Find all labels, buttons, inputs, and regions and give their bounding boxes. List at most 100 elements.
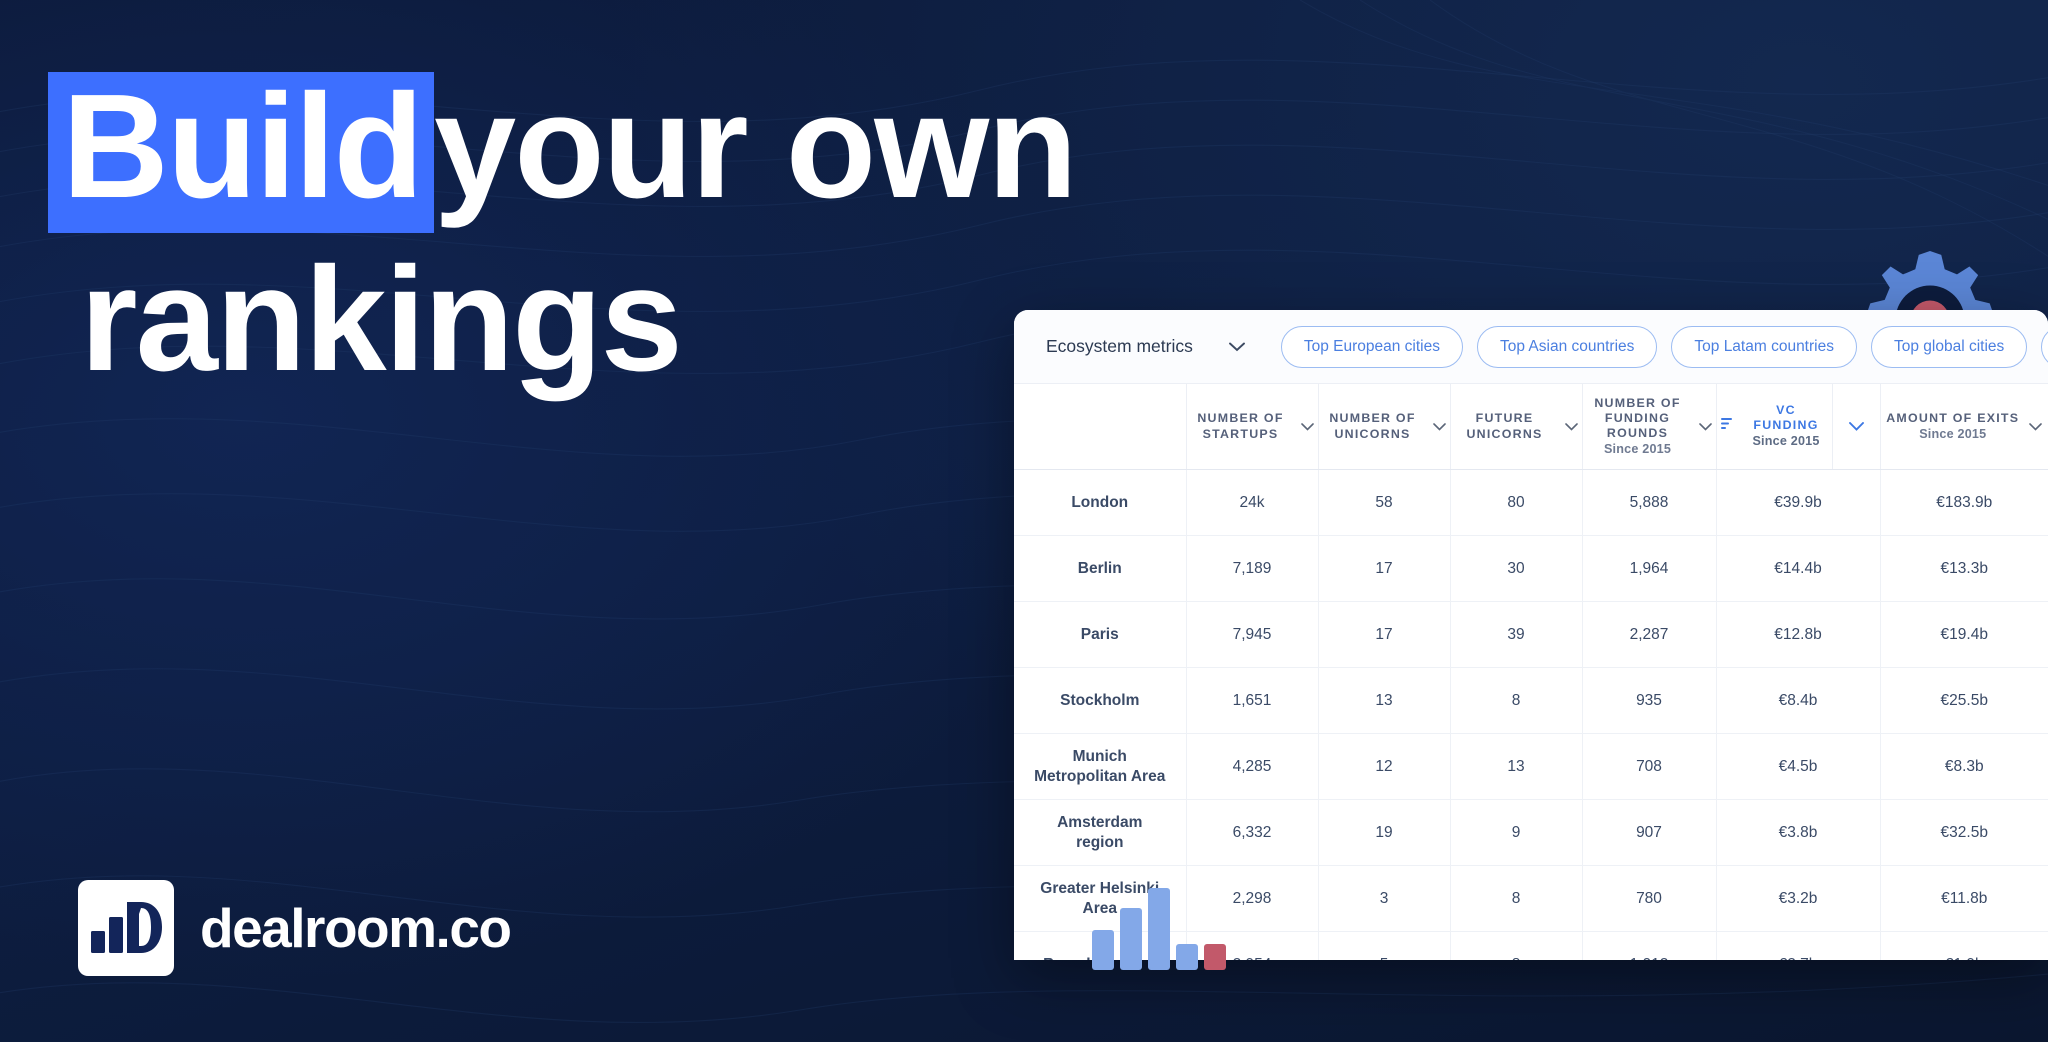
chevron-down-icon[interactable]	[1848, 419, 1864, 434]
cell-funding-rounds: 907	[1582, 799, 1717, 866]
cell-future-unicorns: 13	[1450, 733, 1583, 800]
cell-amount-of-exits: €8.3b	[1880, 733, 2048, 800]
cell-vc-funding: €14.4b	[1716, 535, 1881, 602]
cell-amount-of-exits: €183.9b	[1880, 469, 2048, 536]
cell-city: London	[1014, 469, 1187, 536]
column-header-city	[1014, 383, 1187, 470]
column-header-amount-of-exits[interactable]: AMOUNT OF EXITS Since 2015	[1880, 383, 2048, 470]
cell-vc-funding: €4.5b	[1716, 733, 1881, 800]
cell-vc-funding: €3.8b	[1716, 799, 1881, 866]
table-row[interactable]: Stockholm 1,651 13 8 935 €8.4b €25.5b	[1014, 667, 2048, 734]
table-header-row: NUMBER OF STARTUPS NUMBER OF UNICORNS FU…	[1014, 383, 2048, 470]
column-header-number-of-unicorns[interactable]: NUMBER OF UNICORNS	[1318, 383, 1451, 470]
cell-future-unicorns: 80	[1450, 469, 1583, 536]
cell-future-unicorns: 8	[1450, 931, 1583, 960]
cell-amount-of-exits: €19.4b	[1880, 601, 2048, 668]
chevron-down-icon[interactable]	[1564, 419, 1578, 434]
cell-future-unicorns: 9	[1450, 799, 1583, 866]
sort-descending-icon[interactable]	[1720, 417, 1735, 435]
cell-unicorns: 17	[1318, 601, 1451, 668]
chevron-down-icon[interactable]	[1300, 419, 1314, 434]
cell-unicorns: 12	[1318, 733, 1451, 800]
chart-bar	[1176, 944, 1198, 970]
metrics-table-card: Ecosystem metrics Top European cities To…	[1014, 310, 2048, 960]
chevron-down-icon[interactable]	[1432, 419, 1446, 434]
cell-funding-rounds: 2,287	[1582, 601, 1717, 668]
cell-future-unicorns: 8	[1450, 667, 1583, 734]
column-header-number-of-funding-rounds[interactable]: NUMBER OF FUNDING ROUNDS Since 2015	[1582, 383, 1717, 470]
column-label: NUMBER OF UNICORNS	[1329, 411, 1416, 441]
cell-unicorns: 13	[1318, 667, 1451, 734]
cell-startups: 6,332	[1186, 799, 1319, 866]
column-label: FUTURE UNICORNS	[1466, 411, 1543, 441]
chart-bar	[1148, 888, 1170, 970]
cell-startups: 24k	[1186, 469, 1319, 536]
cell-startups: 4,285	[1186, 733, 1319, 800]
column-header-number-of-startups[interactable]: NUMBER OF STARTUPS	[1186, 383, 1319, 470]
table-row[interactable]: Munich Metropolitan Area 4,285 12 13 708 €4.5…	[1014, 733, 2048, 800]
cell-vc-funding: €3.2b	[1716, 865, 1881, 932]
cell-vc-funding: €8.4b	[1716, 667, 1881, 734]
filter-pill-top-european-cities[interactable]: Top European cities	[1280, 325, 1463, 368]
logo-wordmark: dealroom.co	[200, 897, 512, 959]
column-sublabel: Since 2015	[1603, 442, 1672, 456]
headline-rest-line-1: your own	[433, 64, 1078, 229]
chart-bar	[1092, 930, 1114, 970]
column-label: AMOUNT OF EXITS	[1886, 410, 2020, 425]
cell-future-unicorns: 8	[1450, 865, 1583, 932]
cell-city: Munich Metropolitan Area	[1014, 733, 1187, 800]
chevron-down-icon[interactable]	[2029, 419, 2043, 434]
cell-amount-of-exits: €13.3b	[1880, 535, 2048, 602]
column-label: NUMBER OF FUNDING ROUNDS	[1594, 395, 1681, 440]
column-sublabel: Since 2015	[1919, 426, 1987, 441]
column-label: NUMBER OF STARTUPS	[1197, 411, 1284, 441]
cell-unicorns: 19	[1318, 799, 1451, 866]
chevron-down-icon[interactable]	[1698, 419, 1712, 434]
cell-startups: 1,651	[1186, 667, 1319, 734]
filter-pill-top-asian-countries[interactable]: Top Asian countries	[1476, 325, 1658, 368]
cell-amount-of-exits: €11.8b	[1880, 865, 2048, 932]
ecosystem-metrics-table: NUMBER OF STARTUPS NUMBER OF UNICORNS FU…	[1014, 383, 2048, 960]
table-row[interactable]: London 24k 58 80 5,888 €39.9b €183.9b	[1014, 469, 2048, 536]
cell-startups: 7,945	[1186, 601, 1319, 668]
cell-startups: 7,189	[1186, 535, 1319, 602]
cell-unicorns: 3	[1318, 865, 1451, 932]
table-row[interactable]: Paris 7,945 17 39 2,287 €12.8b €19.4b	[1014, 601, 2048, 668]
cell-city: Berlin	[1014, 535, 1187, 602]
headline-line-2: rankings	[80, 245, 1242, 393]
bar-chart-d-icon	[91, 902, 162, 953]
cell-vc-funding: €12.8b	[1716, 601, 1881, 668]
chart-bar	[1120, 908, 1142, 970]
table-row[interactable]: Amsterdam region 6,332 19 9 907 €3.8b €32.5b	[1014, 799, 2048, 866]
cell-future-unicorns: 30	[1450, 535, 1583, 602]
filter-pill-top-latam-countries[interactable]: Top Latam countries	[1671, 325, 1857, 368]
cell-funding-rounds: 5,888	[1582, 469, 1717, 536]
cell-vc-funding: €39.9b	[1716, 469, 1881, 536]
cell-future-unicorns: 39	[1450, 601, 1583, 668]
cell-amount-of-exits: €25.5b	[1880, 667, 2048, 734]
table-row[interactable]: Berlin 7,189 17 30 1,964 €14.4b €13.3b	[1014, 535, 2048, 602]
logo-mark-icon	[78, 880, 174, 976]
cell-funding-rounds: 708	[1582, 733, 1717, 800]
filter-pill-top-global-cities[interactable]: Top global cities	[1870, 325, 2028, 368]
page-headline: Buildyour own rankings	[48, 71, 1242, 393]
cell-unicorns: 58	[1318, 469, 1451, 536]
cell-unicorns: 17	[1318, 535, 1451, 602]
column-header-future-unicorns[interactable]: FUTURE UNICORNS	[1450, 383, 1583, 470]
filter-pill-cee-ecosystems[interactable]: CEE ecosystems	[2041, 325, 2048, 368]
cell-city: Amsterdam region	[1014, 799, 1187, 866]
chart-bar	[1204, 944, 1226, 970]
column-label: VC FUNDING	[1753, 403, 1819, 433]
cell-funding-rounds: 935	[1582, 667, 1717, 734]
mini-bar-chart-decoration	[1092, 884, 1226, 970]
cell-funding-rounds: 1,012	[1582, 931, 1717, 960]
cell-vc-funding: €2.7b	[1716, 931, 1881, 960]
cell-city: Stockholm	[1014, 667, 1187, 734]
column-header-vc-funding-menu[interactable]	[1832, 383, 1881, 470]
cell-funding-rounds: 780	[1582, 865, 1717, 932]
cell-funding-rounds: 1,964	[1582, 535, 1717, 602]
column-header-vc-funding[interactable]: VC FUNDING Since 2015	[1716, 383, 1833, 470]
dealroom-logo[interactable]: dealroom.co	[78, 880, 512, 976]
headline-line-2-text: rankings	[80, 236, 683, 402]
cell-city: Paris	[1014, 601, 1187, 668]
